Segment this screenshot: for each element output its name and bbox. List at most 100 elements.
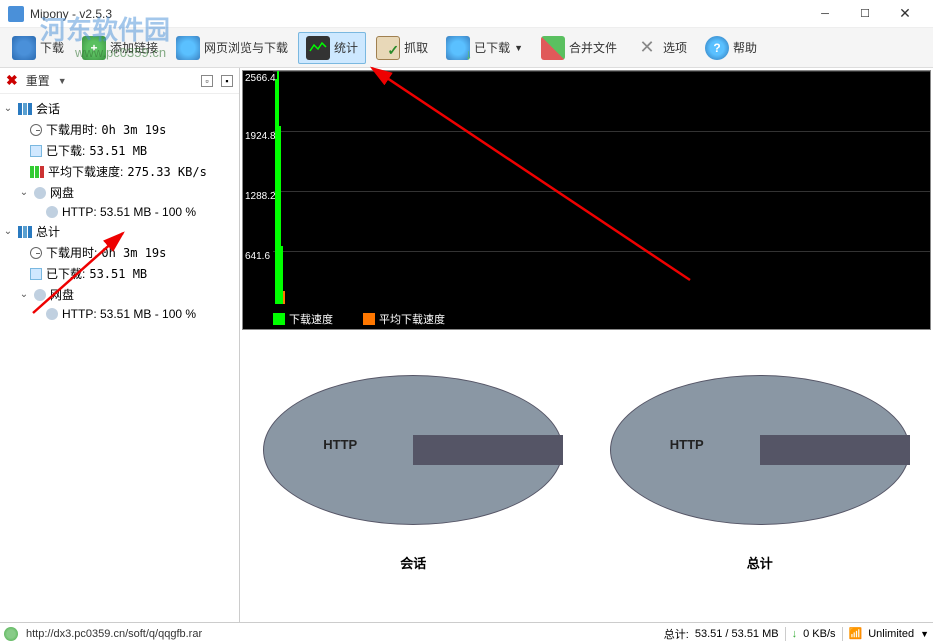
status-url: http://dx3.pc0359.cn/soft/q/qqgfb.rar [26, 628, 202, 640]
total-value: 53.51 / 53.51 MB [695, 628, 779, 640]
legend-download-speed: 下载速度 [273, 311, 333, 327]
tree-download-time: 下载用时: 0h 3m 19s [2, 242, 237, 263]
legend-label: 平均下载速度 [379, 311, 445, 327]
bars-icon [18, 226, 32, 238]
pie-slice-label: HTTP [670, 437, 704, 452]
disk-icon [34, 187, 46, 199]
wrench-icon: ✕ [635, 36, 659, 60]
disk-icon [46, 206, 58, 218]
download-box-icon [30, 145, 42, 157]
pie-total: HTTP 总计 [587, 332, 933, 622]
statistics-label: 统计 [334, 39, 358, 56]
statusbar: http://dx3.pc0359.cn/soft/q/qqgfb.rar 总计… [0, 622, 933, 644]
stats-tree: ⌄ 会话 下载用时: 0h 3m 19s 已下载: 53.51 MB 平均下载速… [0, 94, 239, 622]
tree-avg-speed: 平均下载速度: 275.33 KB/s [2, 161, 237, 182]
minimize-button[interactable]: ─ [805, 2, 845, 26]
tree-netdisk[interactable]: ⌄ 网盘 [2, 182, 237, 203]
close-button[interactable]: ✕ [885, 2, 925, 26]
download-box-icon [30, 268, 42, 280]
reset-button[interactable]: 重置 [26, 72, 50, 89]
sidebar-header: ✖ 重置 ▼ ▫ ▪ [0, 68, 239, 94]
globe-icon [4, 627, 18, 641]
tree-session[interactable]: ⌄ 会话 [2, 98, 237, 119]
tree-netdisk[interactable]: ⌄ 网盘 [2, 284, 237, 305]
expand-all-button[interactable]: ▫ [201, 75, 213, 87]
avg-speed-value: 275.33 KB/s [127, 165, 206, 179]
options-button[interactable]: ✕ 选项 [627, 32, 695, 64]
clipboard-icon: ✓ [376, 36, 400, 60]
downloaded-label: 已下载: [46, 142, 85, 159]
puzzle-icon [541, 36, 565, 60]
disk-icon [46, 308, 58, 320]
tree-total[interactable]: ⌄ 总计 [2, 221, 237, 242]
download-time-value: 0h 3m 19s [101, 246, 166, 260]
avg-speed-label: 平均下载速度: [48, 163, 123, 180]
total-label: 总计: [664, 626, 689, 642]
plus-icon: + [82, 36, 106, 60]
chevron-down-icon[interactable]: ▼ [920, 629, 929, 639]
downloaded-value: 53.51 MB [89, 144, 147, 158]
capture-button[interactable]: ✓ 抓取 [368, 32, 436, 64]
statistics-button[interactable]: 统计 [298, 32, 366, 64]
legend-avg-speed: 平均下载速度 [363, 311, 445, 327]
pie-chart: HTTP [263, 375, 563, 545]
pie-slice-label: HTTP [323, 437, 357, 452]
titlebar: Mipony - v2.5.3 ─ ☐ ✕ [0, 0, 933, 28]
download-time-label: 下载用时: [46, 121, 97, 138]
help-button[interactable]: ? 帮助 [697, 32, 765, 64]
chevron-down-icon[interactable]: ▼ [58, 76, 67, 86]
merge-files-button[interactable]: 合并文件 [533, 32, 625, 64]
chart-canvas [273, 71, 930, 309]
merge-files-label: 合并文件 [569, 39, 617, 56]
clock-icon [30, 124, 42, 136]
legend-color-box [363, 313, 375, 325]
help-icon: ? [705, 36, 729, 60]
main-panel: 2566.4 1924.8 1288.2 641.6 下载速度 [240, 68, 933, 622]
session-label: 会话 [36, 100, 60, 117]
down-arrow-icon: ↓ [792, 628, 798, 640]
content-area: ✖ 重置 ▼ ▫ ▪ ⌄ 会话 下载用时: 0h 3m 19s 已下载: 53.… [0, 68, 933, 622]
globe-icon [176, 36, 200, 60]
stats-icon [306, 36, 330, 60]
chevron-down-icon: ▼ [514, 43, 523, 53]
help-label: 帮助 [733, 39, 757, 56]
add-link-button[interactable]: + 添加链接 [74, 32, 166, 64]
speed-icon [30, 166, 44, 178]
tree-downloaded: 已下载: 53.51 MB [2, 263, 237, 284]
downloaded-button[interactable]: ↓ 已下载 ▼ [438, 32, 531, 64]
options-label: 选项 [663, 39, 687, 56]
netdisk-label: 网盘 [50, 184, 74, 201]
y-tick: 1924.8 [245, 131, 276, 142]
tree-downloaded: 已下载: 53.51 MB [2, 140, 237, 161]
toolbar: 下载 + 添加链接 网页浏览与下载 统计 ✓ 抓取 ↓ 已下载 ▼ 合并文件 ✕… [0, 28, 933, 68]
pie-chart: HTTP [610, 375, 910, 545]
collapse-icon[interactable]: ⌄ [2, 103, 14, 114]
downloaded-icon: ↓ [446, 36, 470, 60]
sidebar: ✖ 重置 ▼ ▫ ▪ ⌄ 会话 下载用时: 0h 3m 19s 已下载: 53.… [0, 68, 240, 622]
unlimited-label: Unlimited [868, 628, 914, 640]
total-label: 总计 [36, 223, 60, 240]
collapse-all-button[interactable]: ▪ [221, 75, 233, 87]
collapse-icon[interactable]: ⌄ [18, 187, 30, 198]
browse-download-label: 网页浏览与下载 [204, 39, 288, 56]
collapse-icon[interactable]: ⌄ [2, 226, 14, 237]
y-tick: 1288.2 [245, 191, 276, 202]
reset-x-icon[interactable]: ✖ [6, 72, 18, 89]
http-value: HTTP: 53.51 MB - 100 % [62, 205, 196, 219]
tree-http-line: HTTP: 53.51 MB - 100 % [2, 305, 237, 323]
maximize-button[interactable]: ☐ [845, 2, 885, 26]
downloaded-label: 已下载 [474, 39, 510, 56]
download-time-label: 下载用时: [46, 244, 97, 261]
netdisk-label: 网盘 [50, 286, 74, 303]
tree-http-line: HTTP: 53.51 MB - 100 % [2, 203, 237, 221]
browse-download-button[interactable]: 网页浏览与下载 [168, 32, 296, 64]
download-time-value: 0h 3m 19s [101, 123, 166, 137]
download-button[interactable]: 下载 [4, 32, 72, 64]
downloaded-value: 53.51 MB [89, 267, 147, 281]
bars-icon [18, 103, 32, 115]
pie-title: 会话 [400, 553, 426, 580]
download-label: 下载 [40, 39, 64, 56]
tree-download-time: 下载用时: 0h 3m 19s [2, 119, 237, 140]
legend-label: 下载速度 [289, 311, 333, 327]
collapse-icon[interactable]: ⌄ [18, 289, 30, 300]
